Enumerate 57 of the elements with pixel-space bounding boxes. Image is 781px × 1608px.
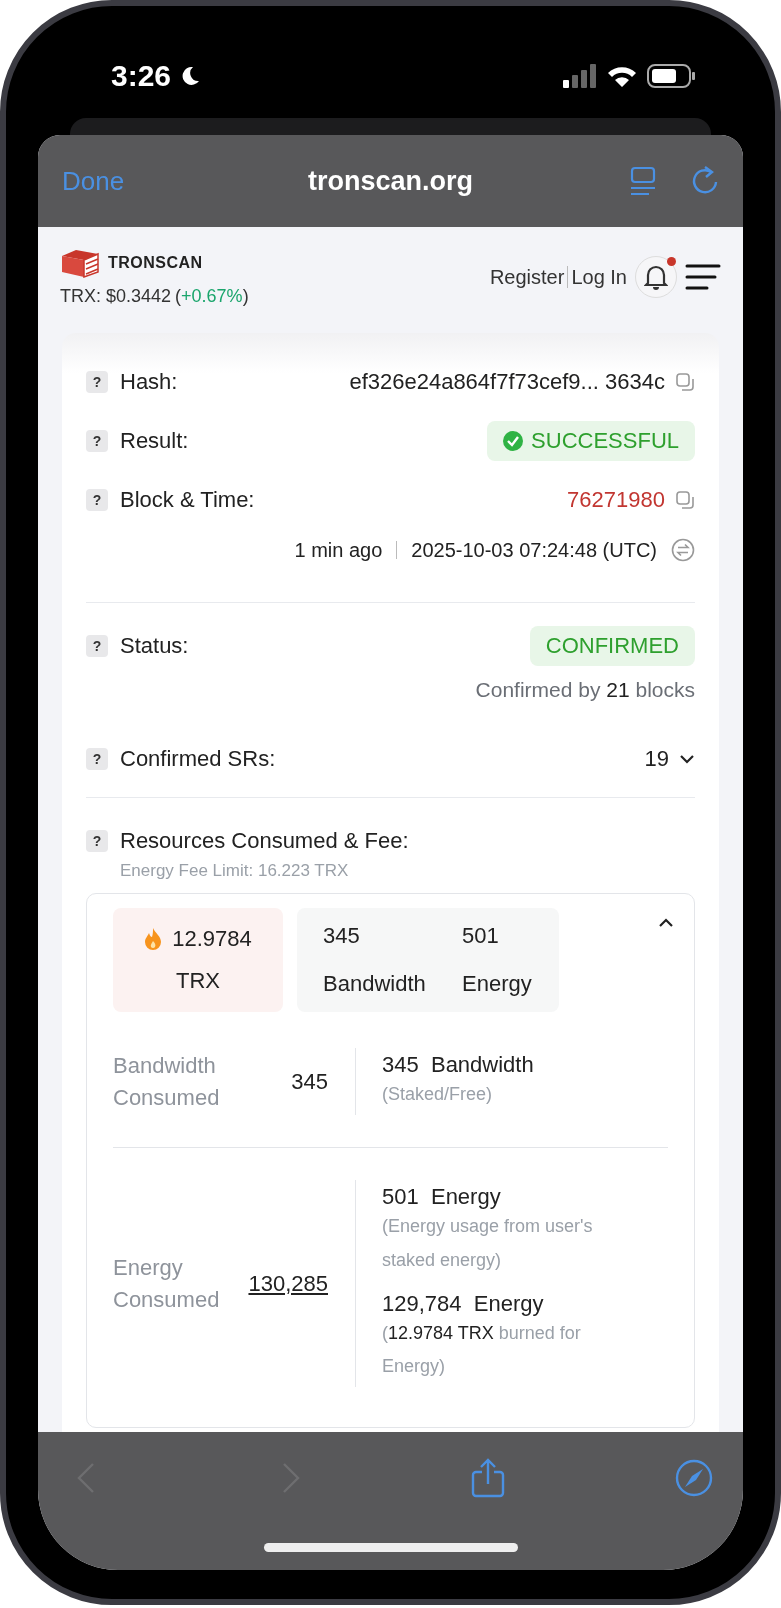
detail-amount: 345 Bandwidth <box>382 1052 535 1078</box>
field-label: Confirmed SRs: <box>120 746 276 772</box>
result-badge: SUCCESSFUL <box>487 421 695 461</box>
field-label: Result: <box>120 428 189 454</box>
clock-time: 3:26 <box>111 59 172 93</box>
help-icon[interactable]: ? <box>86 748 108 770</box>
menu-icon[interactable] <box>685 263 721 291</box>
signal-icon <box>563 64 597 88</box>
confirmation-count: Confirmed by 21 blocks <box>474 678 695 702</box>
consumed-label: Energy Consumed <box>113 1254 221 1314</box>
detail-note: (Staked/Free) <box>382 1083 494 1106</box>
resource-amount: 345 <box>323 923 361 949</box>
fee-unit: TRX <box>176 968 220 994</box>
fee-amount: 12.9784 <box>172 926 252 952</box>
reader-icon[interactable] <box>629 166 657 196</box>
help-icon[interactable]: ? <box>86 830 108 852</box>
field-label: Resources Consumed & Fee: <box>120 828 409 854</box>
field-label: Block & Time: <box>120 487 255 513</box>
resource-unit: Bandwidth <box>323 971 427 997</box>
page-url: tronscan.org <box>308 165 473 196</box>
consumed-label: Bandwidth Consumed <box>113 1051 221 1112</box>
field-label: Status: <box>120 633 189 659</box>
status-badge: CONFIRMED <box>529 626 695 666</box>
block-timestamp: 2025-10-03 07:24:48 (UTC) <box>411 538 657 562</box>
help-icon[interactable]: ? <box>86 371 108 393</box>
wifi-icon <box>607 65 637 87</box>
price-change: (+0.67%) <box>175 285 249 307</box>
login-link[interactable]: Log In <box>571 265 627 289</box>
copy-icon[interactable] <box>675 490 695 510</box>
consumed-value[interactable]: 130,285 <box>243 1270 328 1297</box>
block-link[interactable]: 76271980 <box>567 487 665 513</box>
block-age: 1 min ago <box>294 538 383 562</box>
detail-amount: 129,784 Energy <box>382 1290 545 1317</box>
notification-button[interactable] <box>635 256 677 298</box>
copy-icon[interactable] <box>675 372 695 392</box>
help-icon[interactable]: ? <box>86 430 108 452</box>
flame-icon <box>144 927 163 951</box>
reload-icon[interactable] <box>691 166 719 196</box>
resource-amount: 501 <box>462 923 500 949</box>
energy-fee-limit: Energy Fee Limit: 16.223 TRX <box>120 861 350 881</box>
swap-icon[interactable] <box>671 538 695 562</box>
consumed-value: 345 <box>290 1068 328 1095</box>
detail-note: (Energy usage from user's staked energy) <box>382 1215 594 1272</box>
hash-value: ef326e24a864f7f73cef9... 3634c <box>349 369 665 395</box>
field-label: Hash: <box>120 369 178 395</box>
logo-wordmark[interactable]: TRONSCAN <box>108 253 203 272</box>
detail-amount: 501 Energy <box>382 1184 502 1211</box>
sr-count: 19 <box>644 746 669 772</box>
help-icon[interactable]: ? <box>86 635 108 657</box>
bell-icon <box>644 264 668 290</box>
help-icon[interactable]: ? <box>86 489 108 511</box>
battery-icon <box>647 64 695 88</box>
resource-unit: Energy <box>462 971 533 997</box>
trx-price: TRX: $0.3442 <box>60 285 172 307</box>
detail-note: (12.9784 TRX burned for Energy) <box>382 1321 582 1379</box>
register-link[interactable]: Register <box>489 265 565 289</box>
cube-logo-icon <box>60 247 100 278</box>
